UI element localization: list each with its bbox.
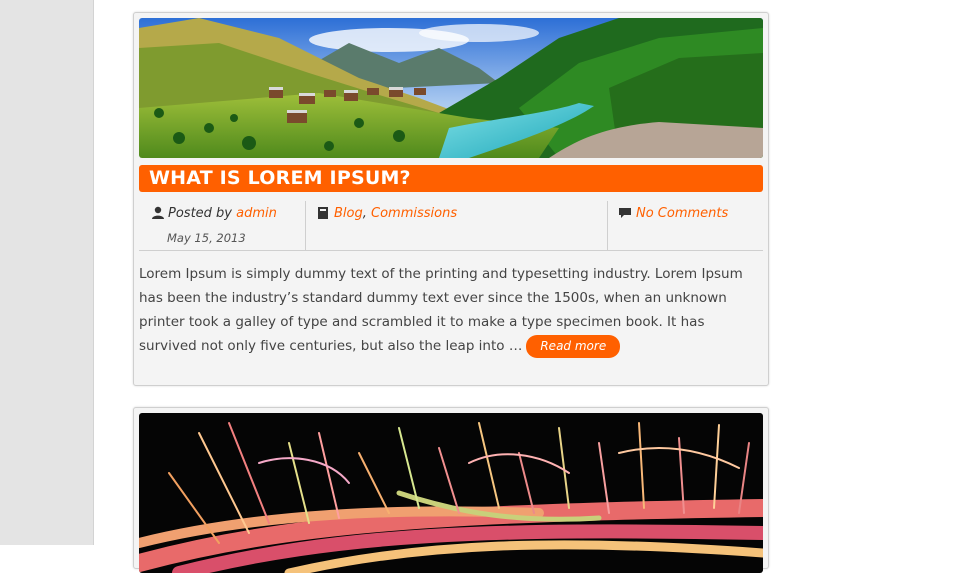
blog-post-card: WHAT IS LOREM IPSUM? Posted by admin May… xyxy=(133,12,769,386)
post-featured-image[interactable] xyxy=(139,413,763,573)
post-meta: Posted by admin May 15, 2013 Blog, Commi… xyxy=(139,201,763,251)
read-more-button[interactable]: Read more xyxy=(526,334,621,358)
category-link-blog[interactable]: Blog xyxy=(334,206,363,221)
mountain-valley-image xyxy=(139,18,763,158)
posted-by-label: Posted by xyxy=(168,206,232,221)
post-title-bar[interactable]: WHAT IS LOREM IPSUM? xyxy=(139,165,763,192)
category-link-commissions[interactable]: Commissions xyxy=(371,206,457,221)
left-sidebar-strip xyxy=(0,0,94,545)
post-featured-image[interactable] xyxy=(139,18,763,158)
post-date: May 15, 2013 xyxy=(167,231,246,245)
speech-bubble-icon xyxy=(619,208,631,218)
colorful-fibers-image xyxy=(139,413,763,573)
post-excerpt-text: Lorem Ipsum is simply dummy text of the … xyxy=(139,266,743,354)
user-icon xyxy=(152,206,164,219)
book-icon xyxy=(318,207,328,219)
meta-categories-column: Blog, Commissions xyxy=(306,201,608,250)
meta-author-column: Posted by admin May 15, 2013 xyxy=(139,201,306,250)
comments-link[interactable]: No Comments xyxy=(636,206,728,221)
post-excerpt: Lorem Ipsum is simply dummy text of the … xyxy=(139,262,763,358)
author-link[interactable]: admin xyxy=(236,206,277,221)
category-separator: , xyxy=(362,206,367,221)
meta-comments-column: No Comments xyxy=(608,201,763,250)
post-title[interactable]: WHAT IS LOREM IPSUM? xyxy=(139,165,763,192)
